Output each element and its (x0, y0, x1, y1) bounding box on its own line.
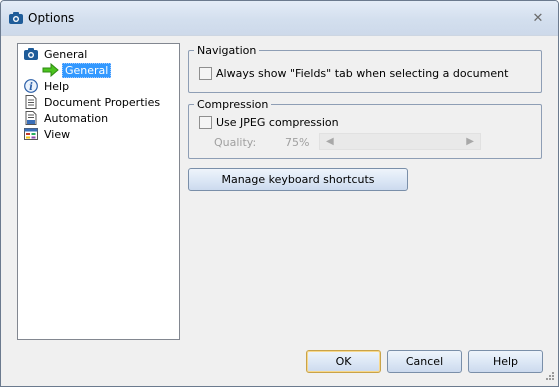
options-dialog: Options ✕ General General i Help Documen… (0, 0, 559, 387)
quality-slider[interactable]: ◀ ▶ (319, 133, 481, 150)
always-show-fields-checkbox[interactable]: Always show "Fields" tab when selecting … (199, 67, 508, 80)
checkbox-label: Use JPEG compression (216, 116, 339, 129)
camera-icon (24, 48, 38, 60)
automation-icon (25, 111, 37, 125)
title-bar[interactable]: Options ✕ (1, 1, 558, 36)
tree-item-label: Automation (44, 111, 109, 125)
resize-grip-icon[interactable] (541, 369, 555, 383)
tree-item-label: General (44, 47, 88, 61)
navigation-legend: Navigation (197, 44, 257, 57)
view-icon (24, 128, 38, 140)
tree-item-label: View (44, 127, 71, 141)
tree-item-help[interactable]: i Help (24, 78, 69, 94)
info-icon: i (24, 79, 38, 93)
slider-left-arrow-icon[interactable]: ◀ (326, 136, 334, 147)
ok-button[interactable]: OK (306, 350, 381, 373)
use-jpeg-compression-checkbox[interactable]: Use JPEG compression (199, 116, 339, 129)
quality-value: 75% (285, 136, 310, 149)
checkbox-label: Always show "Fields" tab when selecting … (216, 67, 509, 80)
close-icon: ✕ (532, 11, 544, 26)
quality-label: Quality: (214, 136, 257, 149)
checkbox-box[interactable] (199, 116, 212, 129)
tree-item-label: Document Properties (44, 95, 161, 109)
checkbox-box[interactable] (199, 67, 212, 80)
svg-text:i: i (29, 82, 33, 93)
close-button[interactable]: ✕ (528, 10, 548, 27)
manage-keyboard-shortcuts-button[interactable]: Manage keyboard shortcuts (188, 168, 408, 191)
tree-item-automation[interactable]: Automation (24, 110, 108, 126)
compression-legend: Compression (197, 98, 269, 111)
green-arrow-icon (42, 63, 59, 77)
document-icon (25, 95, 37, 109)
tree-item-general[interactable]: General (24, 46, 87, 62)
help-button[interactable]: Help (468, 350, 543, 373)
tree-item-label: Help (44, 79, 70, 93)
tree-item-general-sub[interactable]: General (42, 62, 112, 78)
tree-item-label: General (62, 62, 112, 78)
slider-right-arrow-icon[interactable]: ▶ (466, 136, 474, 147)
tree-item-document-properties[interactable]: Document Properties (24, 94, 160, 110)
category-tree[interactable]: General General i Help Document Properti… (17, 43, 180, 340)
tree-item-view[interactable]: View (24, 126, 70, 142)
window-title: Options (28, 11, 75, 25)
cancel-button[interactable]: Cancel (387, 350, 462, 373)
camera-icon (9, 12, 23, 24)
